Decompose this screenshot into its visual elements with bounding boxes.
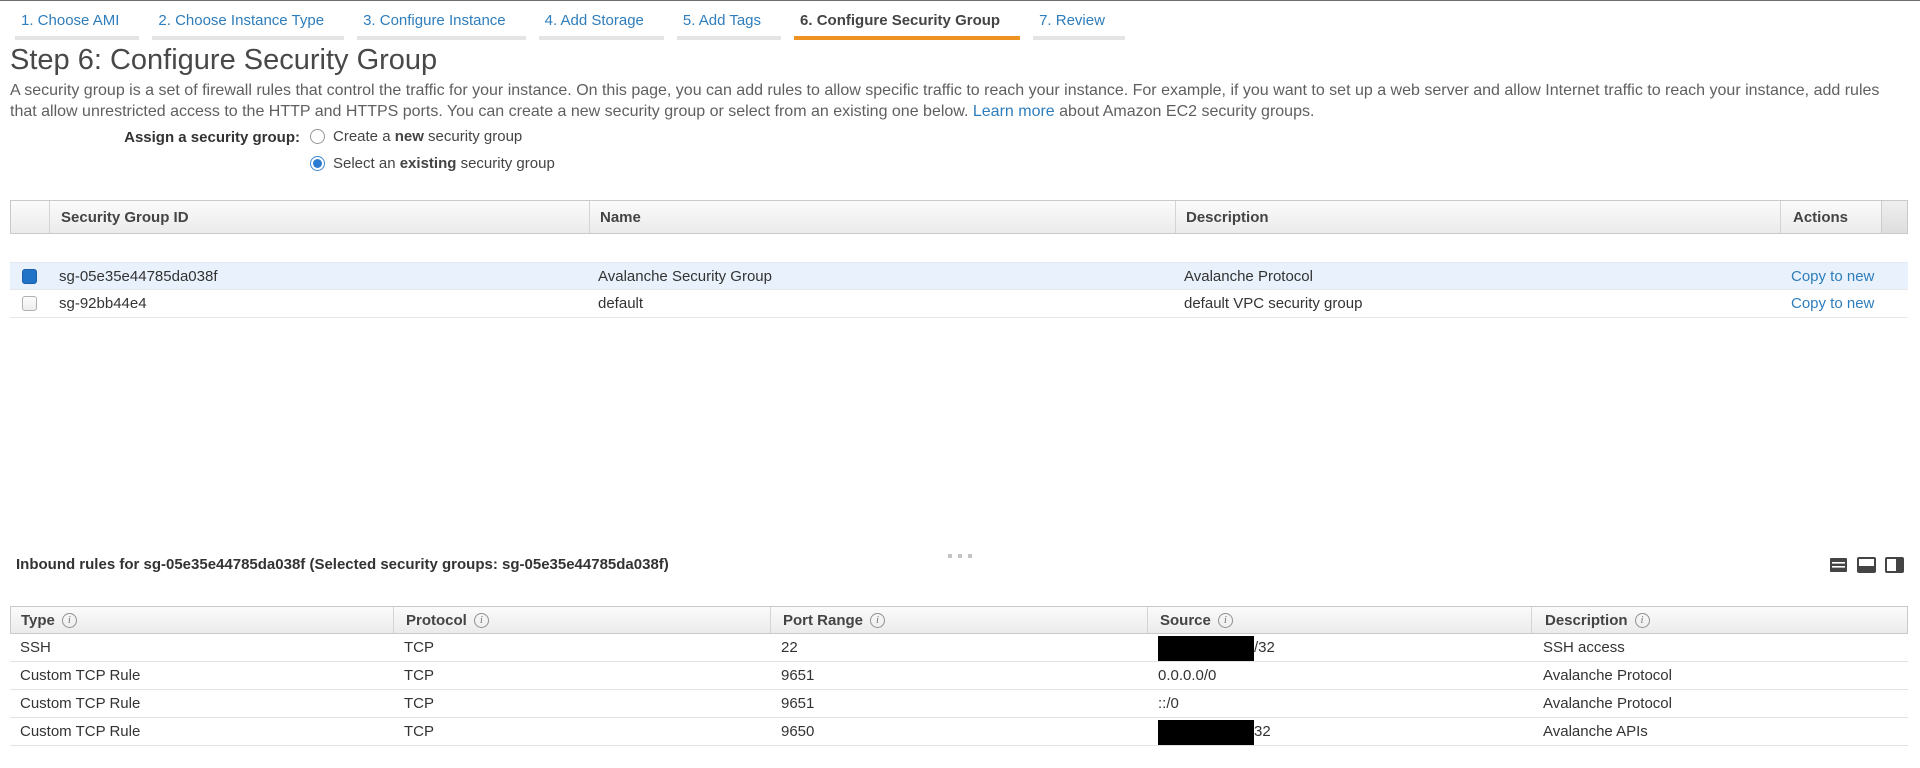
security-group-description: Avalanche Protocol [1174,268,1779,285]
page-title: Step 6: Configure Security Group [10,44,437,77]
rule-source: ::/0 [1146,695,1530,712]
select-all-column [11,201,49,233]
rule-protocol: TCP [392,695,769,712]
radio-select-existing-security-group[interactable]: Select an existing security group [310,155,555,172]
column-header-source: Sourcei [1147,607,1531,633]
row-checkbox-checked[interactable] [22,269,37,284]
info-icon[interactable]: i [1635,613,1650,628]
rule-source: 0.0.0.0/0 [1146,667,1530,684]
rule-type: Custom TCP Rule [10,695,392,712]
tab-choose-ami[interactable]: 1. Choose AMI [15,12,139,40]
rule-type: Custom TCP Rule [10,723,392,740]
info-icon[interactable]: i [62,613,77,628]
rule-protocol: TCP [392,639,769,656]
inbound-rules-table-header: Typei Protocoli Port Rangei Sourcei Desc… [10,606,1908,634]
inbound-rule-row: SSH TCP 22 /32 SSH access [10,634,1908,662]
page-description-suffix: about Amazon EC2 security groups. [1059,103,1314,120]
rule-port-range: 9650 [769,723,1146,740]
assign-security-group-form: Assign a security group: Create a new se… [0,128,555,182]
security-group-description: default VPC security group [1174,295,1779,312]
view-toggle-group [1829,557,1904,573]
security-group-name: default [588,295,1174,312]
tab-add-tags[interactable]: 5. Add Tags [677,12,781,40]
page-description-text: A security group is a set of firewall ru… [10,82,1879,120]
tab-configure-instance[interactable]: 3. Configure Instance [357,12,526,40]
inbound-rule-row: Custom TCP Rule TCP 9651 ::/0 Avalanche … [10,690,1908,718]
rule-port-range: 22 [769,639,1146,656]
radio-create-new-security-group[interactable]: Create a new security group [310,128,555,145]
column-header-type: Typei [11,607,393,633]
inbound-rules-header-bar: Inbound rules for sg-05e35e44785da038f (… [16,556,1904,573]
info-icon[interactable]: i [474,613,489,628]
radio-button-selected-icon[interactable] [310,156,325,171]
header-scrollbar-gutter [1881,201,1907,233]
split-horizontal-view-icon[interactable] [1857,557,1876,573]
security-groups-table: Security Group ID Name Description Actio… [10,200,1908,318]
radio-select-existing-label: Select an existing security group [333,155,555,172]
rule-description: Avalanche Protocol [1530,695,1908,712]
rule-description: Avalanche APIs [1530,723,1908,740]
table-row-sg-avalanche[interactable]: sg-05e35e44785da038f Avalanche Security … [10,262,1908,290]
column-header-description: Description [1175,201,1780,233]
column-header-security-group-id: Security Group ID [49,201,589,233]
rule-type: Custom TCP Rule [10,667,392,684]
column-header-name: Name [589,201,1175,233]
rule-source: /32 [1146,639,1530,656]
tab-choose-instance-type[interactable]: 2. Choose Instance Type [152,12,344,40]
radio-button-icon[interactable] [310,129,325,144]
rule-protocol: TCP [392,667,769,684]
column-header-protocol: Protocoli [393,607,770,633]
wizard-step-tabs: 1. Choose AMI 2. Choose Instance Type 3. C… [0,1,1920,40]
tab-review[interactable]: 7. Review [1033,12,1125,40]
copy-to-new-link[interactable]: Copy to new [1791,268,1874,285]
rule-type: SSH [10,639,392,656]
security-groups-table-header: Security Group ID Name Description Actio… [10,200,1908,234]
redacted-source-value [1158,720,1254,745]
radio-create-new-label: Create a new security group [333,128,522,145]
assign-security-group-label: Assign a security group: [0,128,300,182]
security-group-name: Avalanche Security Group [588,268,1174,285]
rule-source: 32 [1146,723,1530,740]
rule-description: SSH access [1530,639,1908,656]
copy-to-new-link[interactable]: Copy to new [1791,295,1874,312]
redacted-source-value [1158,636,1254,661]
inbound-rule-row: Custom TCP Rule TCP 9651 0.0.0.0/0 Avala… [10,662,1908,690]
inbound-rules-title: Inbound rules for sg-05e35e44785da038f (… [16,556,669,573]
security-group-id: sg-92bb44e4 [48,295,588,312]
page-description: A security group is a set of firewall ru… [10,80,1886,122]
inbound-rules-table: Typei Protocoli Port Rangei Sourcei Desc… [10,606,1908,746]
tab-add-storage[interactable]: 4. Add Storage [539,12,664,40]
info-icon[interactable]: i [1218,613,1233,628]
rule-description: Avalanche Protocol [1530,667,1908,684]
table-row-sg-default[interactable]: sg-92bb44e4 default default VPC security… [10,290,1908,318]
column-header-description: Descriptioni [1531,607,1907,633]
split-vertical-view-icon[interactable] [1885,557,1904,573]
learn-more-link[interactable]: Learn more [973,103,1055,120]
security-group-id: sg-05e35e44785da038f [48,268,588,285]
info-icon[interactable]: i [870,613,885,628]
row-checkbox-unchecked[interactable] [22,296,37,311]
column-header-port-range: Port Rangei [770,607,1147,633]
inbound-rule-row: Custom TCP Rule TCP 9650 32 Avalanche AP… [10,718,1908,746]
rule-port-range: 9651 [769,695,1146,712]
tab-configure-security-group[interactable]: 6. Configure Security Group [794,12,1020,40]
column-header-actions: Actions [1780,201,1881,233]
list-view-icon[interactable] [1829,557,1848,573]
rule-port-range: 9651 [769,667,1146,684]
rule-protocol: TCP [392,723,769,740]
